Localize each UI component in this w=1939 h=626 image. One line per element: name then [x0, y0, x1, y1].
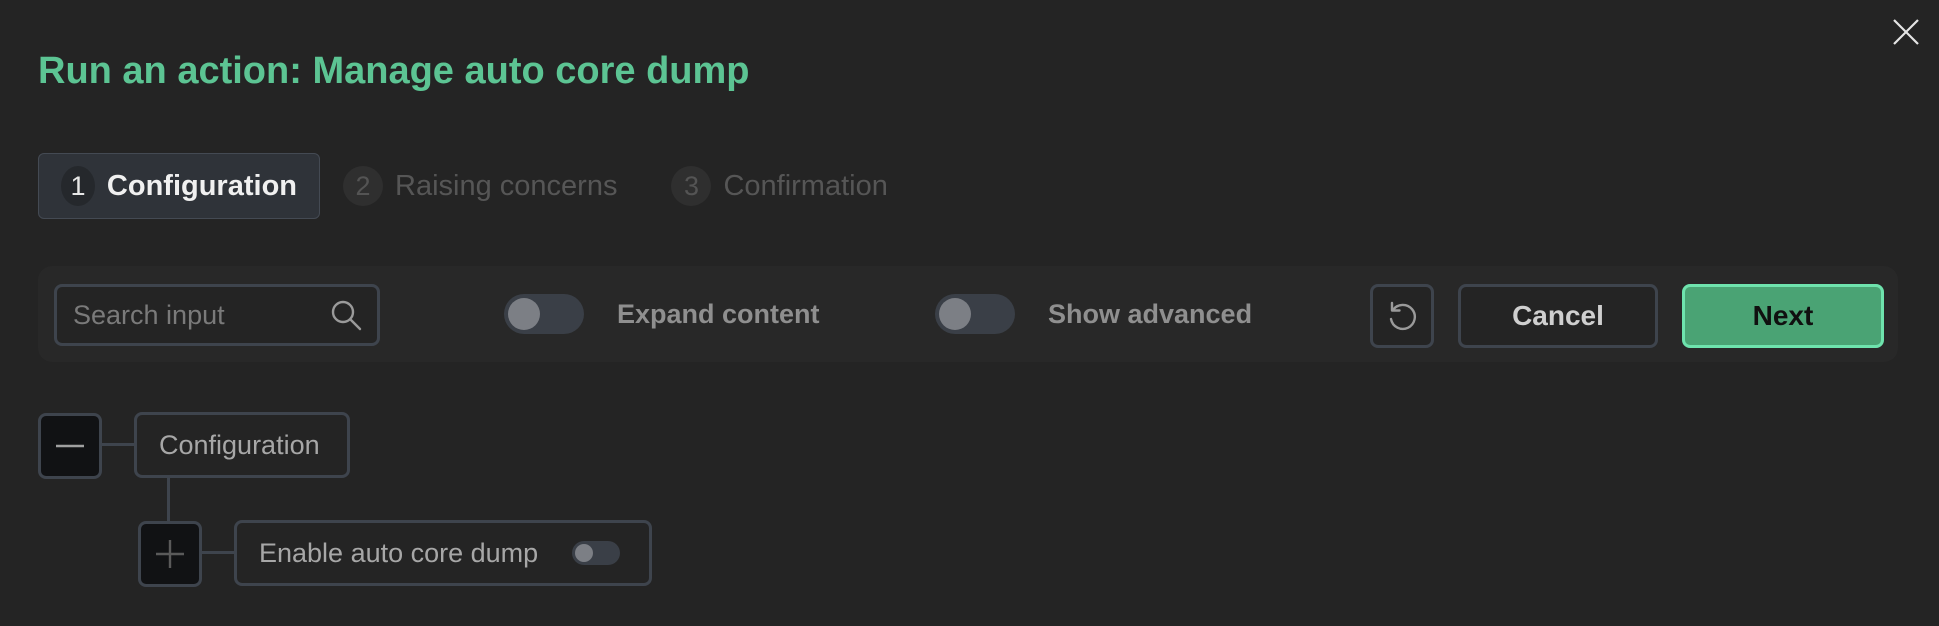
reset-icon: [1389, 301, 1416, 331]
expand-content-toggle[interactable]: [504, 294, 584, 334]
show-advanced-label: Show advanced: [1048, 298, 1253, 329]
enable-auto-core-dump-toggle[interactable]: [572, 541, 621, 565]
toggle-knob: [508, 298, 540, 330]
step-configuration[interactable]: 1 Configuration: [38, 153, 320, 219]
action-dialog: Run an action: Manage auto core dump 1 C…: [0, 0, 1939, 626]
minus-icon: [56, 444, 84, 448]
toolbar: Expand content Show advanced Cancel Next: [38, 266, 1898, 362]
search-icon[interactable]: [329, 298, 363, 332]
step-number: 1: [61, 166, 95, 206]
expand-auto-core-dump-button[interactable]: [138, 521, 202, 587]
expand-content-label: Expand content: [617, 298, 820, 329]
toggle-knob: [939, 298, 971, 330]
show-advanced-toggle[interactable]: [935, 294, 1015, 334]
tree-connector: [167, 478, 170, 521]
cancel-button[interactable]: Cancel: [1458, 284, 1658, 348]
reset-button[interactable]: [1370, 284, 1434, 348]
close-button[interactable]: [1888, 14, 1924, 50]
step-label: Confirmation: [723, 169, 888, 202]
tree-connector: [202, 551, 234, 554]
tree-node-enable-auto-core-dump[interactable]: Enable auto core dump: [234, 520, 652, 586]
step-label: Configuration: [106, 169, 297, 202]
expand-content-control: Expand content: [504, 294, 820, 334]
search-input[interactable]: [57, 298, 329, 332]
step-raising-concerns[interactable]: 2 Raising concerns: [320, 153, 640, 219]
step-label: Raising concerns: [395, 169, 618, 202]
search-box: [54, 284, 380, 346]
show-advanced-control: Show advanced: [935, 294, 1252, 334]
next-button[interactable]: Next: [1682, 284, 1884, 348]
plus-icon: [156, 540, 184, 568]
step-number: 2: [343, 166, 383, 206]
tree-node-label: Enable auto core dump: [259, 537, 539, 568]
tree-node-configuration[interactable]: Configuration: [134, 412, 350, 478]
collapse-configuration-button[interactable]: [38, 413, 102, 479]
stepper: 1 Configuration 2 Raising concerns 3 Con…: [38, 152, 911, 220]
step-confirmation[interactable]: 3 Confirmation: [648, 153, 910, 219]
dialog-title: Run an action: Manage auto core dump: [38, 50, 750, 92]
toggle-knob: [575, 544, 594, 562]
close-icon: [1893, 19, 1919, 45]
tree-node-label: Configuration: [159, 429, 320, 460]
step-number: 3: [671, 166, 712, 206]
tree-connector: [102, 443, 134, 446]
